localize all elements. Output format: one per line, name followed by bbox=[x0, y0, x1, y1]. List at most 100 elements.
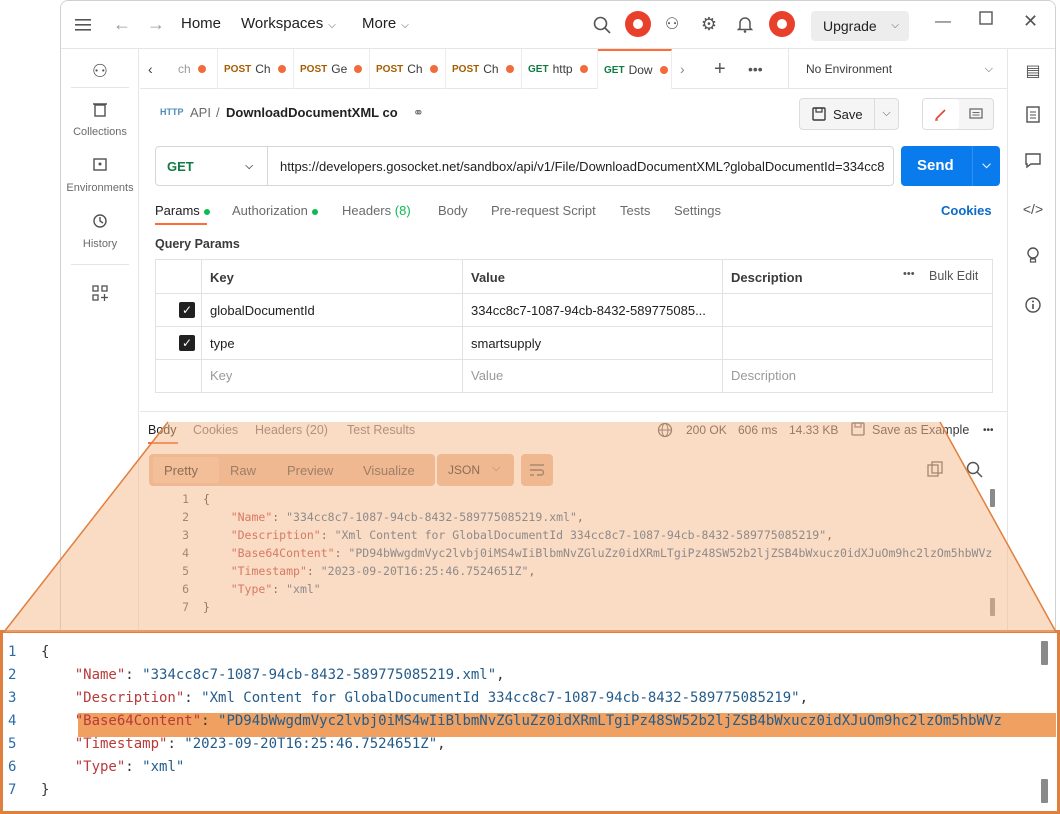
code-line: { bbox=[41, 644, 1041, 660]
param-description-placeholder[interactable]: Description bbox=[731, 368, 796, 383]
unsaved-dot-icon bbox=[429, 65, 438, 73]
response-status[interactable]: 200 OK bbox=[686, 423, 727, 437]
url-input[interactable]: https://developers.gosocket.net/sandbox/… bbox=[280, 159, 884, 174]
nav-more[interactable]: More ⌵ bbox=[362, 15, 409, 32]
environment-selector[interactable]: No Environment ⌵ bbox=[788, 49, 1007, 89]
breadcrumb-parent[interactable]: API bbox=[190, 105, 211, 120]
request-tab-active[interactable]: GET Dow bbox=[598, 49, 672, 89]
save-dropdown-chevron-icon[interactable]: ⌵ bbox=[874, 99, 898, 129]
lightbulb-icon[interactable] bbox=[1008, 247, 1055, 269]
sidebar-workspace[interactable]: ⚇ bbox=[61, 61, 139, 86]
response-size[interactable]: 14.33 KB bbox=[789, 423, 838, 437]
vertical-scrollbar[interactable] bbox=[990, 489, 995, 507]
tabs-scroll-left-icon[interactable]: ‹ bbox=[148, 49, 168, 89]
vertical-scrollbar[interactable] bbox=[1041, 641, 1048, 665]
close-icon[interactable]: ✕ bbox=[1023, 11, 1038, 32]
response-tab-cookies[interactable]: Cookies bbox=[193, 423, 238, 437]
search-icon[interactable] bbox=[591, 14, 613, 36]
vertical-scrollbar[interactable] bbox=[1041, 779, 1048, 803]
param-value[interactable]: smartsupply bbox=[471, 336, 541, 351]
request-name[interactable]: DownloadDocumentXML co bbox=[226, 105, 398, 120]
wrap-lines-icon[interactable] bbox=[521, 454, 553, 486]
tab-authorization[interactable]: Authorization bbox=[232, 203, 318, 218]
bell-icon[interactable] bbox=[734, 13, 756, 35]
send-dropdown-chevron-icon[interactable]: ⌵ bbox=[972, 146, 1000, 186]
format-preview[interactable]: Preview bbox=[287, 463, 333, 478]
pencil-icon[interactable] bbox=[923, 99, 959, 129]
unsaved-dot-icon bbox=[197, 65, 206, 73]
method-select[interactable]: GET ⌵ bbox=[156, 147, 268, 185]
more-tabs-icon[interactable]: ••• bbox=[748, 49, 772, 89]
sidebar-item-collections[interactable]: Collections bbox=[61, 101, 139, 138]
menu-icon[interactable] bbox=[73, 15, 93, 35]
request-tab[interactable]: POST Ch bbox=[446, 49, 522, 89]
request-tab[interactable]: ch bbox=[168, 49, 218, 89]
api-documentation-icon[interactable]: ▤ bbox=[1008, 61, 1055, 81]
code-brace: { bbox=[203, 492, 210, 506]
param-key-placeholder[interactable]: Key bbox=[210, 368, 232, 383]
gear-icon[interactable]: ⚙ bbox=[698, 13, 720, 35]
save-as-example-button[interactable]: Save as Example bbox=[872, 423, 969, 437]
request-tab[interactable]: POST Ch bbox=[370, 49, 446, 89]
send-button[interactable]: Send ⌵ bbox=[901, 146, 1000, 186]
copy-icon[interactable] bbox=[927, 461, 943, 480]
code-icon[interactable]: </> bbox=[1008, 201, 1055, 217]
tab-tests[interactable]: Tests bbox=[620, 203, 650, 218]
more-options-icon[interactable]: ••• bbox=[903, 268, 915, 280]
comment-icon[interactable] bbox=[1008, 153, 1055, 174]
tab-settings[interactable]: Settings bbox=[674, 203, 721, 218]
sidebar-add-apps[interactable] bbox=[61, 285, 139, 310]
user-avatar[interactable] bbox=[769, 11, 795, 37]
param-key[interactable]: globalDocumentId bbox=[210, 303, 315, 318]
language-select[interactable]: JSON ⌵ bbox=[437, 454, 514, 486]
request-tab[interactable]: POST Ge bbox=[294, 49, 370, 89]
forward-arrow-icon[interactable]: → bbox=[145, 13, 167, 35]
tab-headers[interactable]: Headers (8) bbox=[342, 203, 411, 218]
nav-workspaces[interactable]: Workspaces ⌵ bbox=[241, 15, 336, 32]
param-enabled-checkbox[interactable]: ✓ bbox=[179, 335, 195, 351]
response-tab-headers[interactable]: Headers (20) bbox=[255, 423, 328, 437]
info-icon[interactable] bbox=[1008, 297, 1055, 318]
document-icon[interactable] bbox=[1008, 106, 1055, 128]
postman-logo-icon[interactable] bbox=[625, 11, 651, 37]
tab-params[interactable]: Params bbox=[155, 203, 210, 218]
code-comma: , bbox=[437, 736, 446, 752]
format-pretty[interactable]: Pretty bbox=[164, 463, 198, 478]
format-visualize[interactable]: Visualize bbox=[363, 463, 415, 478]
param-value[interactable]: 334cc8c7-1087-94cb-8432-589775085... bbox=[471, 303, 716, 318]
tab-headers-label: Headers bbox=[342, 203, 392, 218]
nav-home[interactable]: Home bbox=[181, 15, 221, 32]
cookies-link[interactable]: Cookies bbox=[941, 203, 992, 218]
maximize-icon[interactable] bbox=[979, 11, 993, 30]
globe-icon[interactable] bbox=[657, 422, 673, 441]
tab-method: GET bbox=[604, 64, 625, 76]
headers-count: (8) bbox=[394, 203, 411, 218]
back-arrow-icon[interactable]: ← bbox=[111, 13, 133, 35]
response-tab-body[interactable]: Body bbox=[148, 423, 177, 437]
format-raw[interactable]: Raw bbox=[230, 463, 256, 478]
response-tab-test-results[interactable]: Test Results bbox=[347, 423, 415, 437]
invite-user-icon[interactable]: ⚇ bbox=[661, 13, 683, 35]
tabs-scroll-right-icon[interactable]: › bbox=[680, 49, 700, 89]
request-tab[interactable]: POST Ch bbox=[218, 49, 294, 89]
sidebar-item-environments[interactable]: Environments bbox=[61, 157, 139, 194]
response-time[interactable]: 606 ms bbox=[738, 423, 777, 437]
minimize-icon[interactable]: — bbox=[935, 13, 951, 31]
link-icon[interactable]: ⚭ bbox=[413, 105, 424, 121]
request-tab[interactable]: GET http bbox=[522, 49, 598, 89]
param-enabled-checkbox[interactable]: ✓ bbox=[179, 302, 195, 318]
response-more-icon[interactable]: ••• bbox=[983, 425, 994, 436]
comment-view-icon[interactable] bbox=[959, 99, 993, 129]
param-key[interactable]: type bbox=[210, 336, 235, 351]
param-value-placeholder[interactable]: Value bbox=[471, 368, 503, 383]
tab-pre-request-script[interactable]: Pre-request Script bbox=[491, 203, 596, 218]
vertical-scrollbar[interactable] bbox=[990, 598, 995, 616]
new-tab-plus-icon[interactable]: + bbox=[714, 49, 738, 89]
sidebar-item-history[interactable]: History bbox=[61, 213, 139, 250]
unsaved-dot-icon bbox=[354, 65, 363, 73]
upgrade-button[interactable]: Upgrade ⌵ bbox=[811, 11, 909, 41]
save-button[interactable]: Save ⌵ bbox=[799, 98, 899, 130]
search-response-icon[interactable] bbox=[966, 461, 983, 481]
bulk-edit-button[interactable]: Bulk Edit bbox=[929, 269, 978, 283]
tab-body[interactable]: Body bbox=[438, 203, 468, 218]
